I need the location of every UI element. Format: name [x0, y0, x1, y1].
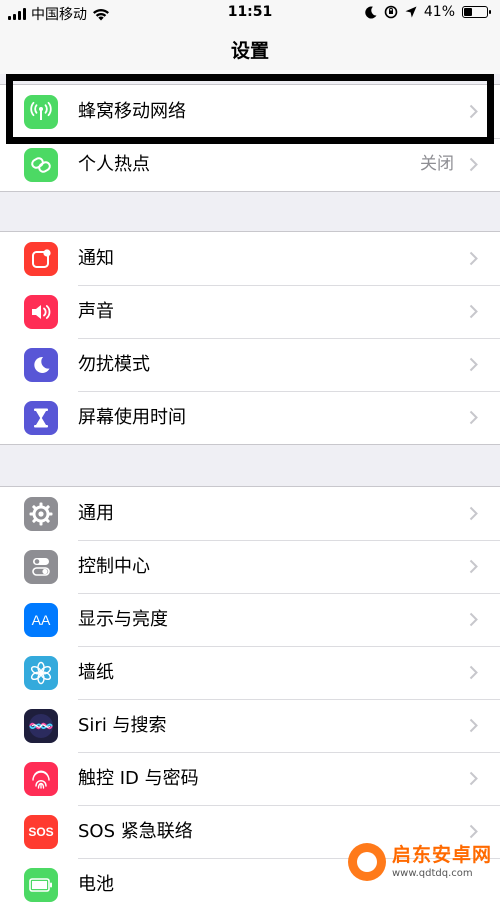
gear-icon	[24, 497, 58, 531]
chevron-right-icon	[469, 559, 478, 574]
battery-level	[464, 8, 472, 16]
settings-row-label: SOS 紧急联络	[78, 821, 193, 842]
settings-row-label: 蜂窝移动网络	[78, 101, 186, 122]
settings-row-sounds[interactable]: 声音	[0, 285, 500, 338]
chevron-right-icon	[469, 410, 478, 425]
fingerprint-icon	[24, 762, 58, 796]
settings-row-label: 通知	[78, 248, 114, 269]
settings-row-display-brightness[interactable]: AA 显示与亮度	[0, 593, 500, 646]
moon-icon	[365, 6, 377, 19]
page-title: 设置	[230, 40, 269, 62]
battery-percentage: 41%	[423, 4, 455, 20]
settings-row-cellular[interactable]: 蜂窝移动网络	[0, 85, 500, 138]
settings-row-notifications[interactable]: 通知	[0, 232, 500, 285]
watermark-name: 启东安卓网	[391, 844, 492, 867]
settings-row-general[interactable]: 通用	[0, 487, 500, 540]
settings-row-touch-id-passcode[interactable]: 触控 ID 与密码	[0, 752, 500, 805]
chevron-right-icon	[469, 157, 478, 172]
watermark-url: www.qdtdq.com	[391, 867, 473, 879]
chevron-right-icon	[469, 824, 478, 839]
moon-icon	[24, 348, 58, 382]
settings-row-label: 勿扰模式	[78, 354, 150, 375]
settings-row-label: 触控 ID 与密码	[78, 768, 199, 789]
hotspot-status-value: 关闭	[420, 154, 454, 174]
sos-icon: SOS	[24, 815, 58, 849]
sos-icon-label: SOS	[28, 825, 54, 839]
settings-row-screen-time[interactable]: 屏幕使用时间	[0, 391, 500, 444]
settings-row-do-not-disturb[interactable]: 勿扰模式	[0, 338, 500, 391]
chevron-right-icon	[469, 304, 478, 319]
settings-row-label: 个人热点	[78, 154, 150, 175]
navigation-bar: 设置	[0, 28, 500, 74]
chevron-right-icon	[469, 771, 478, 786]
battery-icon	[462, 6, 491, 18]
location-arrow-icon	[405, 6, 417, 18]
speaker-icon	[24, 295, 58, 329]
text-size-icon-label: AA	[31, 612, 51, 628]
chevron-right-icon	[469, 718, 478, 733]
siri-icon	[24, 709, 58, 743]
settings-row-control-center[interactable]: 控制中心	[0, 540, 500, 593]
notifications-icon	[24, 242, 58, 276]
status-right: 41%	[365, 4, 491, 20]
settings-group-network: 蜂窝移动网络 个人热点 关闭	[0, 84, 500, 192]
chevron-right-icon	[469, 665, 478, 680]
chevron-right-icon	[469, 104, 478, 119]
hotspot-link-icon	[24, 148, 58, 182]
toggles-icon	[24, 550, 58, 584]
status-bar: 中国移动 11:51 41%	[0, 0, 500, 28]
settings-row-label: 声音	[78, 301, 114, 322]
settings-row-wallpaper[interactable]: 墙纸	[0, 646, 500, 699]
chevron-right-icon	[469, 251, 478, 266]
settings-row-label: Siri 与搜索	[78, 715, 167, 736]
settings-group-notifications: 通知 声音 勿扰模式 屏幕使用时间	[0, 231, 500, 445]
battery-icon	[24, 868, 58, 902]
settings-row-hotspot[interactable]: 个人热点 关闭	[0, 138, 500, 191]
flower-icon	[24, 656, 58, 690]
settings-row-siri-search[interactable]: Siri 与搜索	[0, 699, 500, 752]
settings-row-label: 通用	[78, 503, 114, 524]
chevron-right-icon	[469, 612, 478, 627]
chevron-right-icon	[469, 506, 478, 521]
chevron-right-icon	[469, 357, 478, 372]
watermark-text: 启东安卓网 www.qdtdq.com	[392, 845, 492, 879]
settings-row-label: 显示与亮度	[78, 609, 168, 630]
hourglass-icon	[24, 401, 58, 435]
cellular-antenna-icon	[24, 95, 58, 129]
orientation-lock-icon	[384, 5, 398, 19]
settings-row-label: 控制中心	[78, 556, 150, 577]
settings-row-label: 电池	[78, 874, 114, 895]
watermark-logo-icon	[347, 843, 386, 881]
settings-row-label: 屏幕使用时间	[78, 407, 186, 428]
settings-row-label: 墙纸	[78, 662, 114, 683]
watermark: 启东安卓网 www.qdtdq.com	[347, 843, 492, 881]
text-size-icon: AA	[24, 603, 58, 637]
